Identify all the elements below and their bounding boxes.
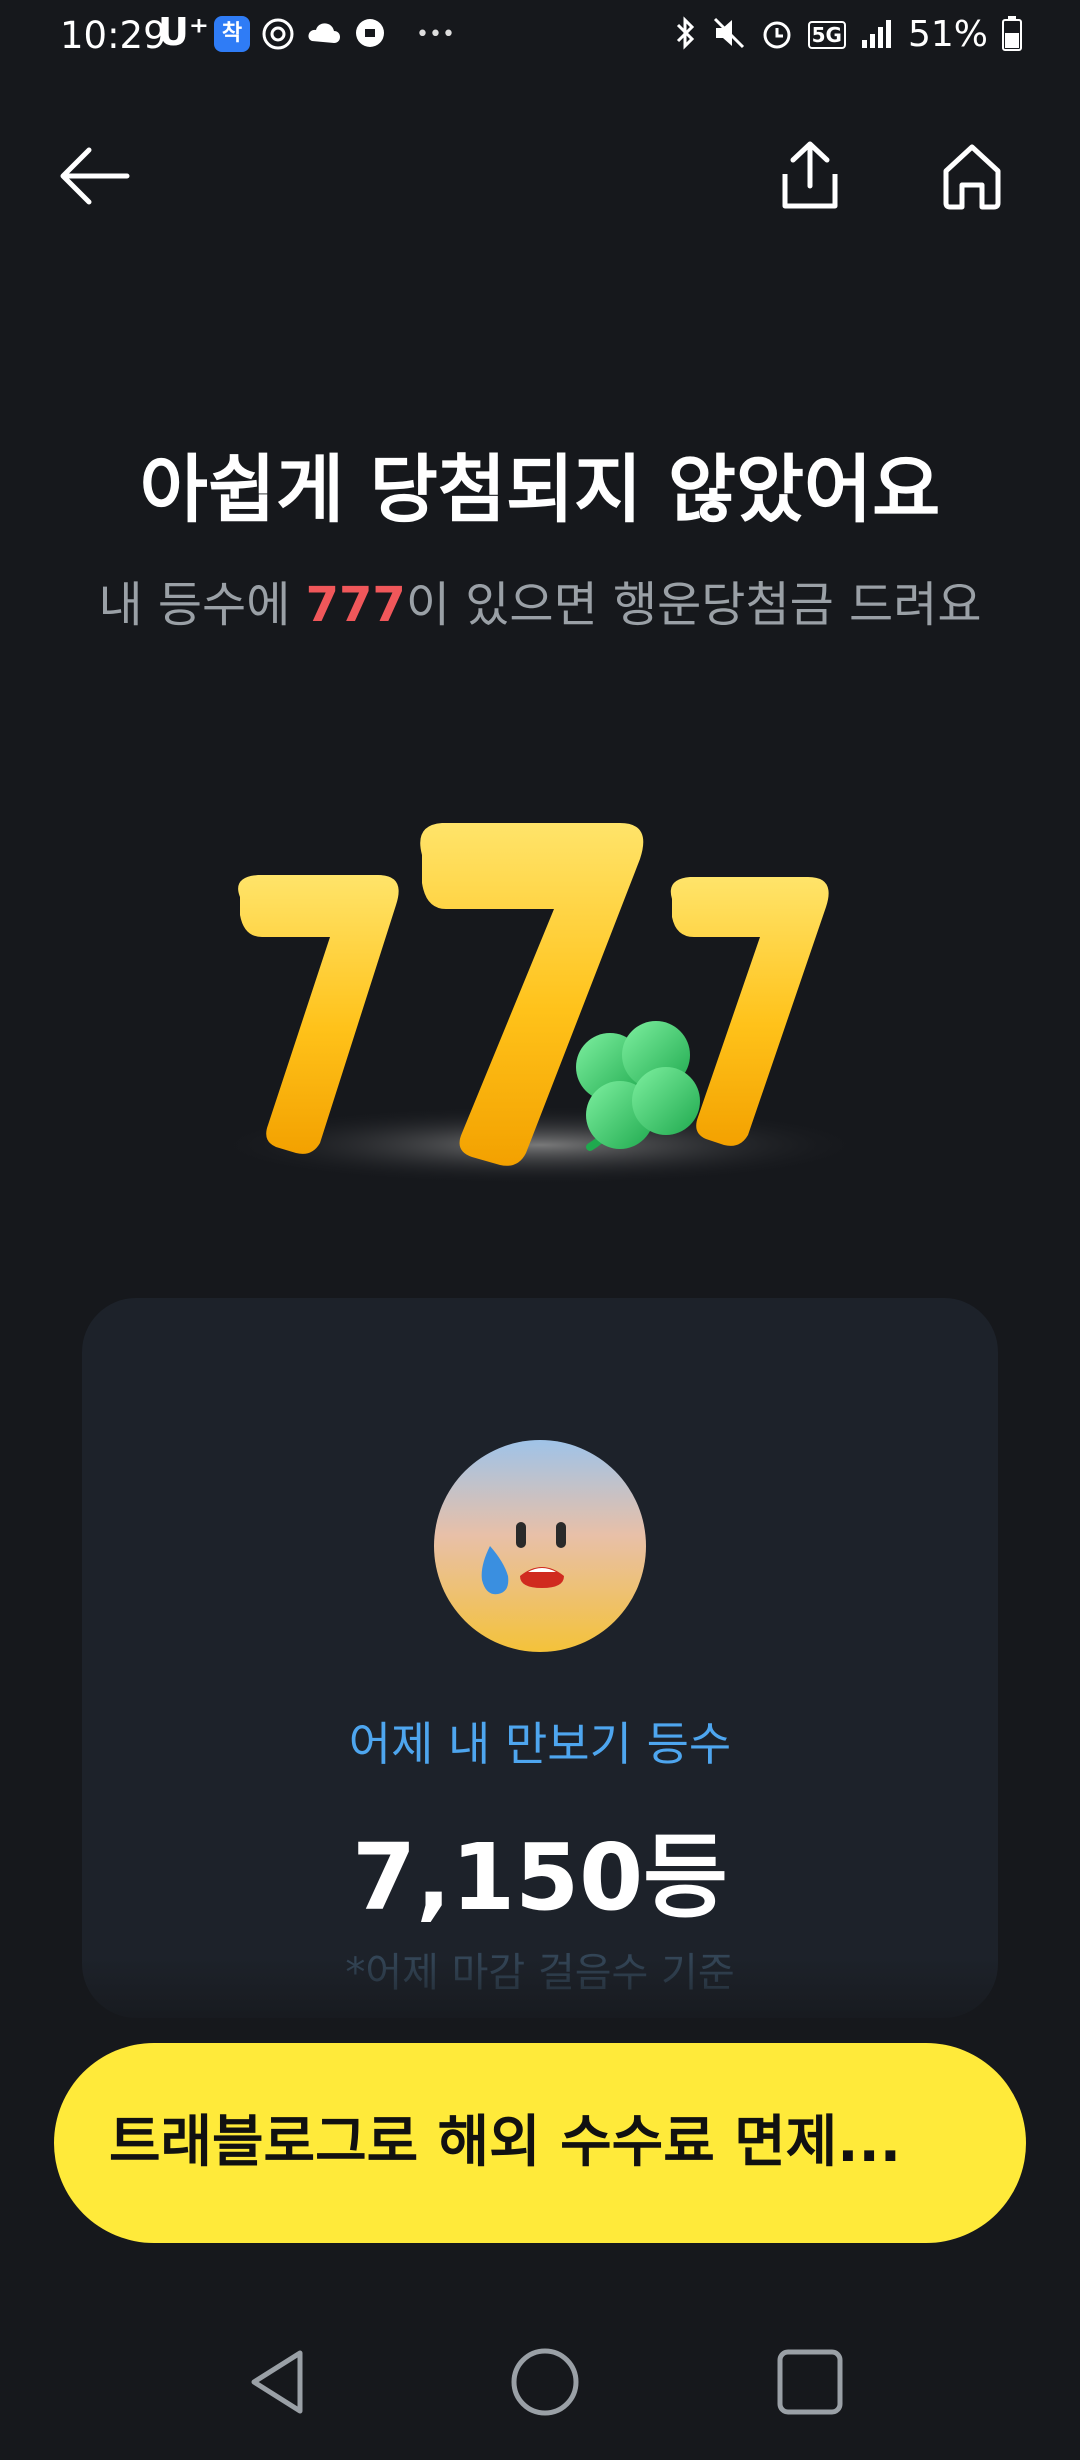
battery-icon: [1002, 15, 1022, 55]
system-back-button[interactable]: [238, 2342, 318, 2422]
promo-banner-button[interactable]: 트래블로그로 해외 수수료 면제...: [54, 2043, 1026, 2243]
network-5g-icon: 5G: [807, 20, 846, 49]
chat-notification-icon: [352, 16, 388, 52]
sad-face-icon: [432, 1438, 648, 1654]
notification-icons: 착 •••: [214, 16, 455, 52]
status-time: 10:29: [60, 14, 167, 57]
rank-value: 7,150등: [352, 1824, 728, 1931]
carrier-label: U⁺: [158, 10, 209, 54]
bluetooth-icon: [672, 15, 698, 54]
circle-home-icon: [511, 2348, 579, 2416]
clover-icon: [576, 1021, 700, 1151]
square-recents-icon: [777, 2349, 843, 2415]
system-icons: 5G 51%: [672, 14, 1022, 55]
page-subtitle: 내 등수에 777이 있으면 행운당첨금 드려요: [80, 565, 1000, 645]
home-icon: [943, 144, 1001, 210]
system-recents-button[interactable]: [770, 2342, 850, 2422]
home-button[interactable]: [932, 136, 1012, 216]
system-navigation-bar: [0, 2290, 1080, 2460]
share-icon: [782, 141, 838, 209]
app-badge-icon: 착: [214, 16, 250, 52]
arrow-left-icon: [60, 147, 130, 205]
back-button[interactable]: [55, 136, 135, 216]
subtitle-highlight: 777: [305, 577, 406, 633]
subtitle-prefix: 내 등수에: [98, 577, 306, 633]
alarm-icon: [760, 16, 794, 54]
triangle-back-icon: [251, 2350, 303, 2414]
rank-card: 어제 내 만보기 등수 7,150등 *어제 마감 걸음수 기준: [82, 1298, 998, 2018]
promo-banner-text: 트래블로그로 해외 수수료 면제...: [109, 2110, 902, 2175]
page-title: 아쉽게 당첨되지 않았어요: [139, 447, 941, 533]
status-bar: 10:29 U⁺ 착 ••• 5G 51%: [0, 0, 1080, 75]
share-button[interactable]: [770, 136, 850, 216]
subtitle-suffix: 이 있으면 행운당첨금 드려요: [405, 577, 982, 633]
rank-label: 어제 내 만보기 등수: [348, 1717, 732, 1771]
gear-notification-icon: [260, 16, 296, 52]
lucky-777-illustration: [200, 805, 880, 1195]
top-navigation: [0, 120, 1080, 220]
more-notifications-icon: •••: [416, 21, 455, 47]
card-fade-overlay: [82, 1958, 998, 2038]
signal-icon: [860, 16, 894, 54]
mute-icon: [712, 16, 746, 54]
system-home-button[interactable]: [505, 2342, 585, 2422]
cloud-notification-icon: [306, 16, 342, 52]
battery-percent: 51%: [907, 14, 988, 55]
